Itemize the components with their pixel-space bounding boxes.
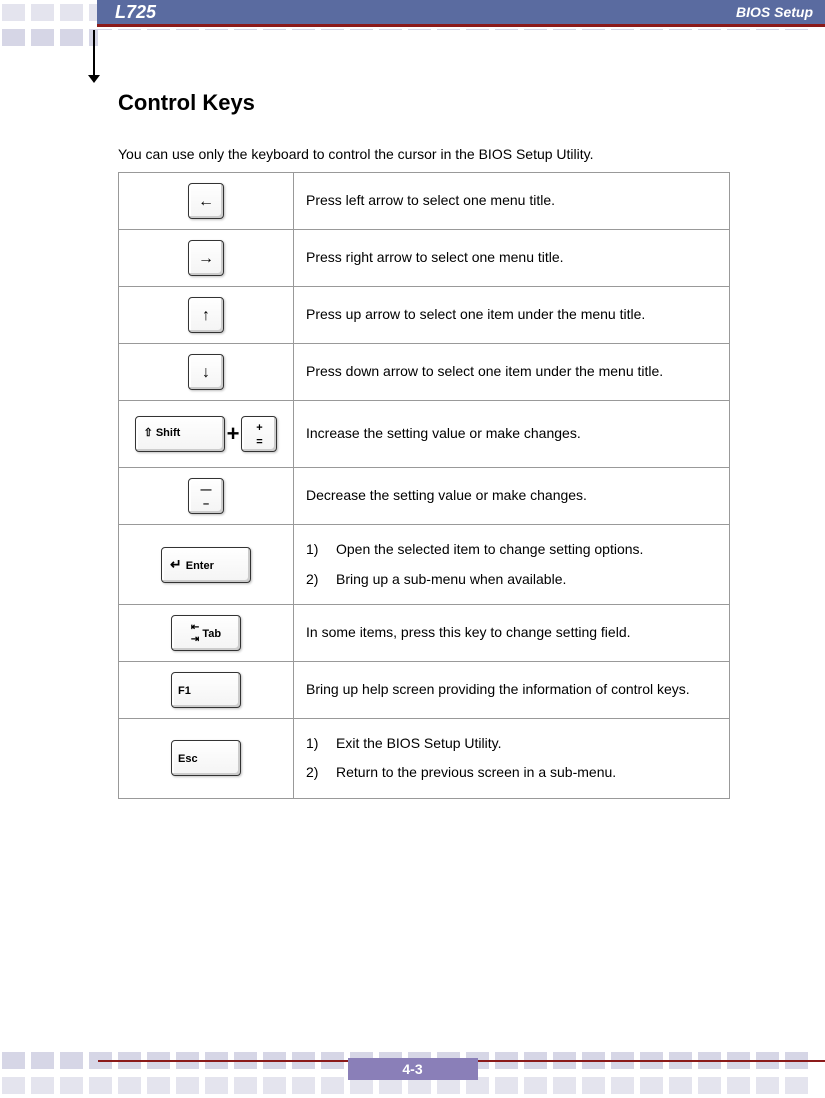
key-description: Increase the setting value or make chang… <box>294 401 730 468</box>
header-bar: L725 BIOS Setup <box>97 0 825 27</box>
f1-key-icon: F1 <box>171 672 241 708</box>
down-arrow-key-icon: ↓ <box>188 354 224 390</box>
key-description: Press up arrow to select one item under … <box>294 287 730 344</box>
control-keys-table: ← Press left arrow to select one menu ti… <box>118 172 730 799</box>
plus-join-icon: + <box>227 421 240 446</box>
esc-key-icon: Esc <box>171 740 241 776</box>
left-arrow-key-icon: ← <box>188 183 224 219</box>
key-description: Press right arrow to select one menu tit… <box>294 230 730 287</box>
key-cell: ⇤⇥Tab <box>119 604 294 661</box>
list-item: Return to the previous screen in a sub-m… <box>306 758 717 787</box>
page-number: 4-3 <box>348 1058 478 1080</box>
table-row: ↑ Press up arrow to select one item unde… <box>119 287 730 344</box>
key-cell: Esc <box>119 718 294 798</box>
table-row: ← Press left arrow to select one menu ti… <box>119 173 730 230</box>
header-model: L725 <box>115 2 156 23</box>
minus-key-icon: —– <box>188 478 224 514</box>
key-cell: ↑ <box>119 287 294 344</box>
table-row: Esc Exit the BIOS Setup Utility. Return … <box>119 718 730 798</box>
table-row: Enter Open the selected item to change s… <box>119 525 730 605</box>
table-row: ⇤⇥Tab In some items, press this key to c… <box>119 604 730 661</box>
table-row: F1 Bring up help screen providing the in… <box>119 661 730 718</box>
arrow-down-icon <box>93 30 95 77</box>
key-cell: ← <box>119 173 294 230</box>
list-item: Exit the BIOS Setup Utility. <box>306 729 717 758</box>
key-cell: → <box>119 230 294 287</box>
page-title: Control Keys <box>118 90 730 116</box>
up-arrow-key-icon: ↑ <box>188 297 224 333</box>
key-description: Press down arrow to select one item unde… <box>294 344 730 401</box>
key-description: Open the selected item to change setting… <box>294 525 730 605</box>
key-description: Exit the BIOS Setup Utility. Return to t… <box>294 718 730 798</box>
key-description: Decrease the setting value or make chang… <box>294 468 730 525</box>
table-row: ↓ Press down arrow to select one item un… <box>119 344 730 401</box>
table-row: → Press right arrow to select one menu t… <box>119 230 730 287</box>
table-row: ⇧ Shift++= Increase the setting value or… <box>119 401 730 468</box>
key-description: In some items, press this key to change … <box>294 604 730 661</box>
key-description: Bring up help screen providing the infor… <box>294 661 730 718</box>
key-cell: F1 <box>119 661 294 718</box>
shift-key-icon: ⇧ Shift <box>135 416 225 452</box>
plus-equals-key-icon: += <box>241 416 277 452</box>
list-item: Bring up a sub-menu when available. <box>306 565 717 594</box>
key-description: Press left arrow to select one menu titl… <box>294 173 730 230</box>
key-cell: —– <box>119 468 294 525</box>
right-arrow-key-icon: → <box>188 240 224 276</box>
key-cell: ⇧ Shift++= <box>119 401 294 468</box>
header-section: BIOS Setup <box>736 4 813 20</box>
key-cell: Enter <box>119 525 294 605</box>
key-cell: ↓ <box>119 344 294 401</box>
tab-key-icon: ⇤⇥Tab <box>171 615 241 651</box>
page-content: Control Keys You can use only the keyboa… <box>118 90 730 799</box>
table-row: —– Decrease the setting value or make ch… <box>119 468 730 525</box>
enter-key-icon: Enter <box>161 547 251 583</box>
intro-text: You can use only the keyboard to control… <box>118 146 730 162</box>
list-item: Open the selected item to change setting… <box>306 535 717 564</box>
